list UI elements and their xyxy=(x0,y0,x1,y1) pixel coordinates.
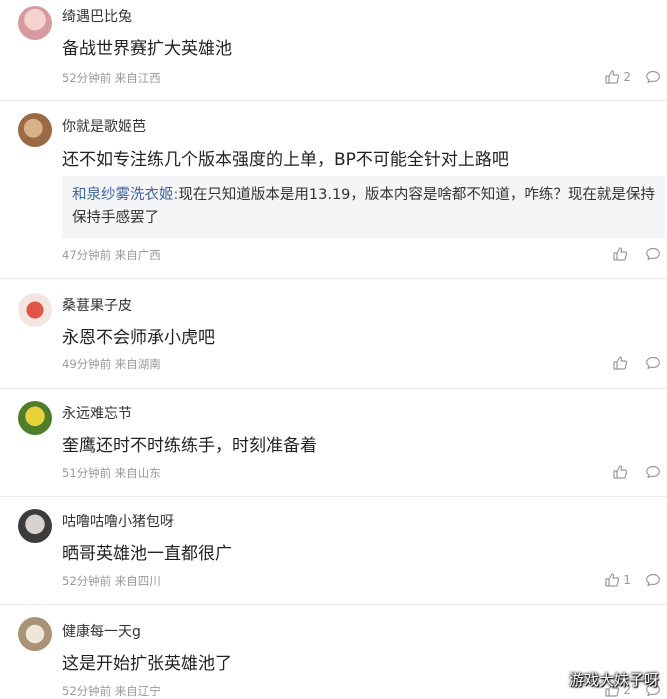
avatar[interactable] xyxy=(18,293,52,327)
comment-location: 来自江西 xyxy=(114,71,161,85)
comment-meta: 49分钟前 来自湖南 xyxy=(62,356,161,372)
comment-text: 永恩不会师承小虎吧 xyxy=(62,328,215,348)
comment-meta: 52分钟前 来自辽宁 xyxy=(62,683,161,699)
thumbs-up-icon xyxy=(612,355,628,371)
comment-meta: 47分钟前 来自广西 xyxy=(62,247,161,263)
reply-icon[interactable] xyxy=(645,572,661,588)
thumbs-up-icon xyxy=(612,464,628,480)
comment-meta: 52分钟前 来自江西 xyxy=(62,70,161,86)
like-button[interactable]: 1 xyxy=(604,572,631,588)
reply-icon[interactable] xyxy=(645,69,661,85)
comment-text: 晒哥英雄池一直都很广 xyxy=(62,544,232,564)
thumbs-up-icon xyxy=(612,246,628,262)
avatar[interactable] xyxy=(18,113,52,147)
thumbs-up-icon xyxy=(604,69,620,85)
username[interactable]: 永远难忘节 xyxy=(62,403,132,423)
comment-item: 桑葚果子皮 永恩不会师承小虎吧 49分钟前 来自湖南 xyxy=(0,279,667,389)
like-button[interactable] xyxy=(612,355,631,371)
thumbs-up-icon xyxy=(604,572,620,588)
comment-item: 健康每一天g 这是开始扩张英雄池了 52分钟前 来自辽宁 2 xyxy=(0,605,667,699)
comment-location: 来自四川 xyxy=(114,574,161,588)
comment-location: 来自山东 xyxy=(114,466,161,480)
username[interactable]: 咕噜咕噜小猪包呀 xyxy=(62,511,174,531)
reply-username[interactable]: 和泉纱雾洗衣姬: xyxy=(72,187,178,203)
avatar[interactable] xyxy=(18,509,52,543)
comment-item: 咕噜咕噜小猪包呀 晒哥英雄池一直都很广 52分钟前 来自四川 1 xyxy=(0,497,667,605)
comment-meta: 52分钟前 来自四川 xyxy=(62,573,161,589)
avatar[interactable] xyxy=(18,617,52,651)
username[interactable]: 你就是歌姬芭 xyxy=(62,116,146,136)
reply-icon[interactable] xyxy=(645,464,661,480)
avatar[interactable] xyxy=(18,401,52,435)
comment-time: 51分钟前 xyxy=(62,466,112,480)
comment-location: 来自湖南 xyxy=(114,357,161,371)
comment-location: 来自广西 xyxy=(114,248,161,262)
like-button[interactable]: 2 xyxy=(604,69,631,85)
like-count: 2 xyxy=(623,70,631,84)
username[interactable]: 绮遇巴比兔 xyxy=(62,6,132,26)
like-count: 1 xyxy=(623,573,631,587)
comment-text: 还不如专注练几个版本强度的上单，BP不可能全针对上路吧 xyxy=(62,150,509,170)
reply-box: 和泉纱雾洗衣姬:现在只知道版本是用13.19，版本内容是啥都不知道，咋练？现在就… xyxy=(62,176,665,238)
comment-text: 这是开始扩张英雄池了 xyxy=(62,654,232,674)
username[interactable]: 桑葚果子皮 xyxy=(62,295,132,315)
reply-icon[interactable] xyxy=(645,355,661,371)
avatar[interactable] xyxy=(18,6,52,40)
comment-item: 永远难忘节 奎鹰还时不时练练手，时刻准备着 51分钟前 来自山东 xyxy=(0,389,667,497)
comment-text: 奎鹰还时不时练练手，时刻准备着 xyxy=(62,436,317,456)
comment-time: 52分钟前 xyxy=(62,71,112,85)
comment-text: 备战世界赛扩大英雄池 xyxy=(62,39,232,59)
comment-item: 你就是歌姬芭 还不如专注练几个版本强度的上单，BP不可能全针对上路吧 和泉纱雾洗… xyxy=(0,101,667,279)
reply-icon[interactable] xyxy=(645,246,661,262)
comment-time: 47分钟前 xyxy=(62,248,112,262)
comment-meta: 51分钟前 来自山东 xyxy=(62,465,161,481)
like-button[interactable] xyxy=(612,464,631,480)
comment-time: 49分钟前 xyxy=(62,357,112,371)
like-button[interactable] xyxy=(612,246,631,262)
comment-time: 52分钟前 xyxy=(62,574,112,588)
comment-item: 绮遇巴比兔 备战世界赛扩大英雄池 52分钟前 来自江西 2 xyxy=(0,0,667,101)
username[interactable]: 健康每一天g xyxy=(62,621,141,641)
watermark-text: 游戏大妹子呀 xyxy=(568,671,659,689)
